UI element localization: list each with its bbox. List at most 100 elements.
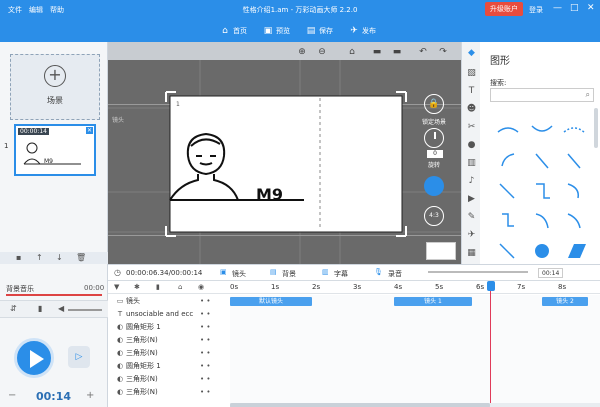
track-visible-dot[interactable]: • • [200, 388, 210, 396]
track-visible-dot[interactable]: • • [200, 362, 210, 370]
paste-icon[interactable]: ▬ [390, 45, 404, 59]
shape-curve-b[interactable] [567, 183, 580, 199]
lens-1-clip[interactable]: 镜头 1 [394, 297, 472, 306]
rotate-dial[interactable] [424, 128, 444, 148]
shapes-tab-icon[interactable]: ◆ [466, 48, 477, 59]
video-tab-icon[interactable]: ▶ [466, 194, 477, 205]
shape-arc-dashed[interactable] [563, 127, 585, 133]
shape-arrow-line[interactable] [567, 153, 581, 169]
track-visible-dot[interactable]: • • [200, 336, 210, 344]
brush-tab-icon[interactable]: ✎ [466, 212, 477, 223]
shape-arc-down[interactable] [531, 125, 553, 132]
image-tab-icon[interactable]: ▧ [466, 68, 477, 79]
shape-arc-up[interactable] [497, 127, 519, 133]
canvas-minimap[interactable] [426, 242, 456, 260]
volume-icon[interactable]: ◀ [58, 304, 64, 313]
duration-plus[interactable]: + [86, 390, 94, 401]
bubble-tab-icon[interactable]: ● [466, 140, 477, 151]
special-tab-icon[interactable]: ▦ [466, 248, 477, 259]
minimize-button[interactable]: — [553, 3, 562, 13]
track-visible-dot[interactable]: • • [200, 297, 210, 305]
preview-button[interactable]: ▣ 预览 [263, 23, 290, 38]
maximize-button[interactable]: □ [570, 3, 579, 13]
tools-tab-icon[interactable]: ✂ [466, 122, 477, 133]
shape-arrow-b[interactable] [499, 243, 515, 259]
caption-tab-icon[interactable]: ▥ [322, 268, 329, 276]
close-window-button[interactable]: ✕ [587, 3, 595, 13]
shape-elbow[interactable] [536, 183, 550, 199]
record-tab-icon[interactable]: 🎙 [374, 268, 383, 276]
volume-slider[interactable] [68, 309, 102, 311]
zoom-value[interactable]: 00:14 [538, 268, 564, 278]
search-input[interactable]: ⌕ [490, 88, 594, 102]
preview-scene-button[interactable]: ▷ [68, 346, 90, 368]
duration-value[interactable]: 00:14 [36, 390, 71, 403]
timeline-ruler[interactable]: 0s 1s 2s 3s 4s 5s 6s 7s 8s [230, 281, 600, 294]
zoom-out-icon[interactable]: ⊖ [315, 45, 329, 59]
shape-curve-a[interactable] [501, 153, 515, 167]
zoom-slider[interactable] [428, 271, 528, 273]
home-button[interactable]: ⌂ 首页 [220, 23, 247, 38]
text-tab-icon[interactable]: T [466, 86, 477, 97]
shape-elbow-b[interactable] [502, 213, 514, 227]
scene-up-icon[interactable]: ↑ [36, 253, 43, 262]
lens-tab-icon[interactable]: ▣ [220, 268, 227, 276]
undo-icon[interactable]: ↶ [416, 45, 430, 59]
shape-arrow[interactable] [499, 183, 515, 199]
caption-tab[interactable]: 字幕 [334, 269, 348, 279]
scene-down-icon[interactable]: ↓ [56, 253, 63, 262]
save-button[interactable]: ▤ 保存 [306, 23, 333, 38]
rotate-value[interactable]: 0 [427, 150, 443, 158]
publish-button[interactable]: ✈ 发布 [349, 23, 376, 38]
play-button[interactable] [14, 338, 54, 378]
default-lens-clip[interactable]: 默认镜头 [230, 297, 312, 306]
chart-tab-icon[interactable]: ▥ [466, 158, 477, 169]
stage[interactable]: M9 1 镜头 🔒 锁定场景 0 旋转 4:3 [108, 60, 461, 264]
shape-circle[interactable] [535, 244, 549, 258]
delete-icon[interactable]: ▮ [38, 304, 42, 313]
scene-copy-icon[interactable]: ▪ [16, 253, 21, 262]
lens-2-clip[interactable]: 镜头 2 [542, 297, 588, 306]
aspect-ratio-button[interactable]: 4:3 [424, 206, 444, 226]
playhead-handle[interactable] [487, 281, 495, 291]
login-link[interactable]: 登录 [529, 5, 543, 15]
bg-music-track[interactable] [6, 294, 102, 296]
track-visible-dot[interactable]: • • [200, 349, 210, 357]
plane-tab-icon[interactable]: ✈ [466, 230, 477, 241]
shape-curve-d[interactable] [567, 213, 581, 229]
character-tab-icon[interactable]: ☻ [466, 104, 477, 115]
redo-icon[interactable]: ↷ [436, 45, 450, 59]
lock-scene-button[interactable]: 🔒 [424, 94, 444, 114]
timeline-scrollbar[interactable] [230, 403, 600, 407]
lens-tab[interactable]: 镜头 [232, 269, 246, 279]
copy-icon[interactable]: ▬ [370, 45, 384, 59]
track-visible-dot[interactable]: • • [200, 310, 210, 318]
eye-icon[interactable]: ◉ [198, 283, 204, 291]
lock-all-icon[interactable]: ⌂ [178, 283, 182, 291]
shape-curve-c[interactable] [535, 213, 549, 229]
scene-thumbnail[interactable]: 00:00:14 ✕ M9 [14, 124, 96, 176]
search-icon[interactable]: ⌕ [586, 90, 590, 100]
duration-minus[interactable]: − [8, 390, 16, 401]
upgrade-account-button[interactable]: 升级账户 [485, 2, 523, 16]
shape-line[interactable] [535, 153, 549, 169]
grid-toggle-button[interactable] [424, 176, 444, 196]
track-visible-dot[interactable]: • • [200, 323, 210, 331]
filter-icon[interactable]: ▼ [114, 283, 119, 291]
background-tab[interactable]: 背景 [282, 269, 296, 279]
shapes-scrollbar[interactable] [594, 108, 598, 148]
scene-delete-icon[interactable]: 🗑 [76, 253, 86, 262]
lock-icon[interactable]: ⌂ [345, 45, 359, 59]
trash-icon[interactable]: ▮ [156, 283, 160, 291]
track-visible-dot[interactable]: • • [200, 375, 210, 383]
timeline-scroll-thumb[interactable] [230, 403, 490, 407]
zoom-in-icon[interactable]: ⊕ [295, 45, 309, 59]
music-tab-icon[interactable]: ♪ [466, 176, 477, 187]
background-tab-icon[interactable]: ▤ [270, 268, 277, 276]
track-area[interactable]: 默认镜头 镜头 1 镜头 2 [230, 281, 600, 407]
shape-parallelogram[interactable] [568, 244, 586, 258]
split-icon[interactable]: ⇵ [10, 304, 17, 313]
record-tab[interactable]: 录音 [388, 269, 402, 279]
settings-icon[interactable]: ✱ [134, 283, 140, 291]
add-scene-button[interactable]: + 场景 [10, 54, 100, 120]
